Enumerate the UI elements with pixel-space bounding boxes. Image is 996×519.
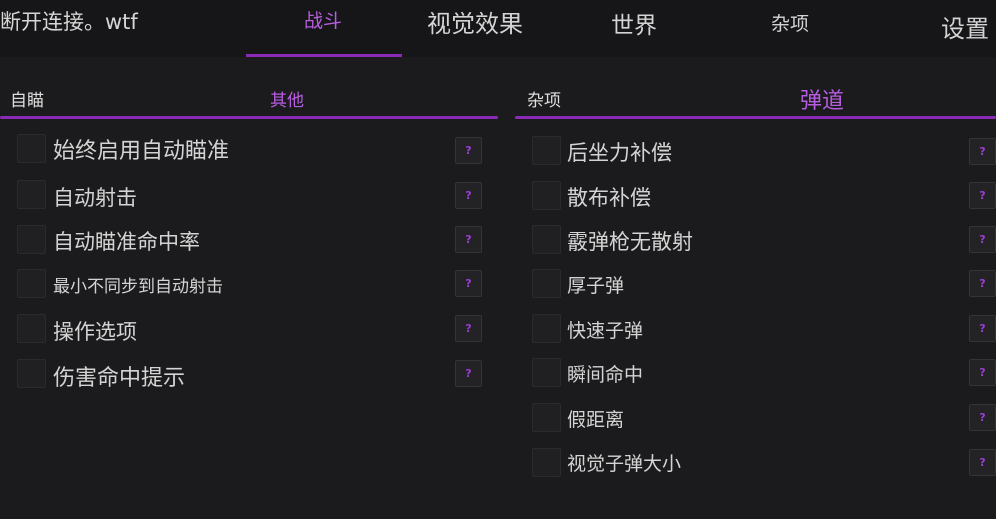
left-panel: 自瞄 其他 <box>0 76 498 119</box>
subtab-misc[interactable]: 杂项 <box>527 86 561 111</box>
tab-misc[interactable]: 杂项 <box>771 0 815 57</box>
option-label: 散布补偿 <box>567 186 651 210</box>
subtab-aimbot[interactable]: 自瞄 <box>10 86 44 111</box>
option-label: 快速子弹 <box>567 320 644 342</box>
help-icon[interactable]: ? <box>455 270 482 297</box>
right-panel: 杂项 弹道 <box>515 76 996 119</box>
left-panel-header: 自瞄 其他 <box>0 76 498 119</box>
checkbox[interactable] <box>532 358 561 387</box>
right-panel-header: 杂项 弹道 <box>515 76 996 119</box>
list-item[interactable]: 操作选项 ? <box>0 312 498 348</box>
option-label: 自动瞄准命中率 <box>53 230 200 254</box>
cheat-menu-window: 断开连接。wtf 战斗 视觉效果 世界 杂项 设置 自瞄 其他 始终启用自动瞄准… <box>0 0 996 519</box>
left-panel-divider <box>0 116 498 119</box>
right-panel-divider <box>515 116 996 119</box>
tab-world[interactable]: 世界 <box>611 0 663 57</box>
list-item[interactable]: 霰弹枪无散射 ? <box>515 223 996 259</box>
list-item[interactable]: 最小不同步到自动射击 ? <box>0 267 498 303</box>
option-label: 始终启用自动瞄准 <box>53 139 230 164</box>
list-item[interactable]: 假距离 ? <box>515 401 996 437</box>
help-icon[interactable]: ? <box>455 137 482 164</box>
checkbox[interactable] <box>532 448 561 477</box>
help-icon[interactable]: ? <box>969 270 996 297</box>
checkbox[interactable] <box>17 269 46 298</box>
tab-settings[interactable]: 设置 <box>941 0 996 57</box>
top-bar: 断开连接。wtf 战斗 视觉效果 世界 杂项 设置 <box>0 0 996 57</box>
checkbox[interactable] <box>17 314 46 343</box>
help-icon[interactable]: ? <box>455 226 482 253</box>
option-label: 操作选项 <box>53 320 137 344</box>
tab-active-underline <box>246 54 402 57</box>
option-label: 后坐力补偿 <box>567 141 672 165</box>
tab-world-label: 世界 <box>611 13 657 39</box>
tab-misc-label: 杂项 <box>771 13 810 35</box>
checkbox[interactable] <box>532 181 561 210</box>
option-label: 霰弹枪无散射 <box>567 230 693 254</box>
option-label: 伤害命中提示 <box>53 366 186 391</box>
help-icon[interactable]: ? <box>455 360 482 387</box>
help-icon[interactable]: ? <box>969 404 996 431</box>
help-icon[interactable]: ? <box>455 182 482 209</box>
checkbox[interactable] <box>17 134 46 163</box>
list-item[interactable]: 瞬间命中 ? <box>515 356 996 392</box>
checkbox[interactable] <box>532 403 561 432</box>
list-item[interactable]: 散布补偿 ? <box>515 179 996 215</box>
option-label: 假距离 <box>567 409 625 431</box>
option-label: 视觉子弹大小 <box>567 453 682 475</box>
list-item[interactable]: 自动瞄准命中率 ? <box>0 223 498 259</box>
list-item[interactable]: 厚子弹 ? <box>515 267 996 303</box>
list-item[interactable]: 自动射击 ? <box>0 178 498 214</box>
checkbox[interactable] <box>532 269 561 298</box>
checkbox[interactable] <box>532 225 561 254</box>
checkbox[interactable] <box>17 359 46 388</box>
tab-visuals-label: 视觉效果 <box>427 10 523 38</box>
checkbox[interactable] <box>532 314 561 343</box>
subtab-other[interactable]: 其他 <box>270 86 304 111</box>
help-icon[interactable]: ? <box>969 315 996 342</box>
list-item[interactable]: 视觉子弹大小 ? <box>515 446 996 482</box>
checkbox[interactable] <box>532 136 561 165</box>
list-item[interactable]: 后坐力补偿 ? <box>515 134 996 170</box>
tab-combat[interactable]: 战斗 <box>246 0 402 57</box>
option-label: 瞬间命中 <box>567 364 644 386</box>
checkbox[interactable] <box>17 225 46 254</box>
list-item[interactable]: 伤害命中提示 ? <box>0 357 498 393</box>
tab-combat-label: 战斗 <box>304 10 343 32</box>
option-label: 厚子弹 <box>567 275 625 297</box>
help-icon[interactable]: ? <box>969 138 996 165</box>
help-icon[interactable]: ? <box>969 182 996 209</box>
option-label: 自动射击 <box>53 186 137 210</box>
checkbox[interactable] <box>17 180 46 209</box>
help-icon[interactable]: ? <box>969 449 996 476</box>
subtab-ballistics[interactable]: 弹道 <box>800 83 844 115</box>
help-icon[interactable]: ? <box>455 315 482 342</box>
option-label: 最小不同步到自动射击 <box>53 277 223 297</box>
list-item[interactable]: 快速子弹 ? <box>515 312 996 348</box>
connection-status: 断开连接。wtf <box>0 10 138 34</box>
list-item[interactable]: 始终启用自动瞄准 ? <box>0 131 498 167</box>
tab-visuals[interactable]: 视觉效果 <box>427 0 535 57</box>
help-icon[interactable]: ? <box>969 226 996 253</box>
tab-settings-label: 设置 <box>941 15 989 43</box>
help-icon[interactable]: ? <box>969 359 996 386</box>
